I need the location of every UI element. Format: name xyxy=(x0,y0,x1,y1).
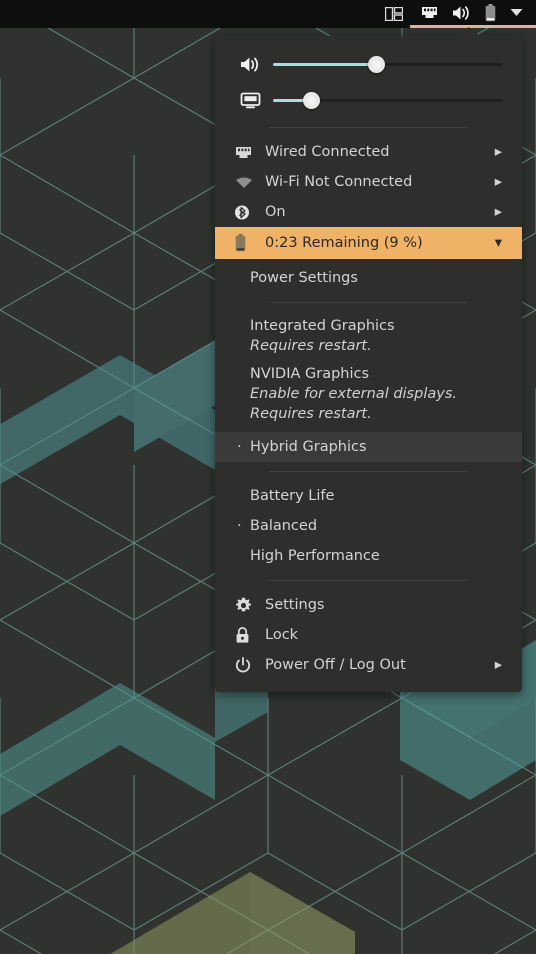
volume-slider-row[interactable] xyxy=(215,46,522,82)
chevron-down-icon xyxy=(510,9,523,16)
graphics-option-subtitle: Requires restart. xyxy=(250,338,372,354)
divider xyxy=(270,471,467,472)
chevron-down-icon: ▾ xyxy=(494,235,502,251)
menu-item-label: Settings xyxy=(265,597,325,613)
graphics-option-title: NVIDIA Graphics xyxy=(250,366,370,382)
menu-item-label: On xyxy=(265,204,286,220)
divider xyxy=(270,127,467,128)
divider xyxy=(270,580,467,581)
graphics-option-title: Integrated Graphics xyxy=(250,318,395,334)
selected-marker: · xyxy=(237,438,242,455)
menu-item-wifi[interactable]: Wi-Fi Not Connected ▸ xyxy=(215,167,522,197)
volume-icon xyxy=(235,56,265,73)
volume-slider-fill xyxy=(273,62,377,66)
menu-item-label: Power Off / Log Out xyxy=(265,657,406,673)
menu-item-lock[interactable]: Lock xyxy=(215,620,522,650)
menu-item-label: 0:23 Remaining (9 %) xyxy=(265,235,423,251)
graphics-option-integrated[interactable]: Integrated Graphics Requires restart. xyxy=(215,312,522,360)
wired-network-icon xyxy=(235,145,265,160)
wired-network-icon xyxy=(422,7,437,18)
menu-item-label: Lock xyxy=(265,627,299,643)
volume-icon[interactable] xyxy=(445,0,478,27)
menu-item-wired[interactable]: Wired Connected ▸ xyxy=(215,137,522,167)
menu-item-label: Battery Life xyxy=(250,488,335,504)
chevron-down-icon[interactable] xyxy=(503,0,530,27)
volume-icon xyxy=(453,5,469,20)
menu-item-bluetooth[interactable]: On ▸ xyxy=(215,197,522,227)
profile-high-performance[interactable]: High Performance xyxy=(215,541,522,571)
menu-pointer-arrow xyxy=(457,27,481,37)
menu-item-battery[interactable]: 0:23 Remaining (9 %) ▾ xyxy=(215,227,522,259)
volume-slider-handle[interactable] xyxy=(367,55,385,73)
battery-low-icon xyxy=(235,234,265,252)
wired-network-icon[interactable] xyxy=(414,0,445,27)
gear-icon xyxy=(235,597,265,614)
brightness-slider-handle[interactable] xyxy=(303,91,321,109)
selected-marker: · xyxy=(237,517,242,534)
graphics-option-title: Hybrid Graphics xyxy=(250,439,367,455)
system-status-menu: Wired Connected ▸ Wi-Fi Not Connected ▸ … xyxy=(215,36,522,692)
wifi-icon xyxy=(235,176,265,189)
menu-item-label: Wired Connected xyxy=(265,144,390,160)
volume-slider[interactable] xyxy=(273,55,502,73)
menu-item-settings[interactable]: Settings xyxy=(215,590,522,620)
chevron-right-icon: ▸ xyxy=(494,657,502,673)
menu-item-power-off[interactable]: Power Off / Log Out ▸ xyxy=(215,650,522,680)
power-icon xyxy=(235,656,265,674)
status-indicator-group[interactable] xyxy=(410,0,536,28)
graphics-option-subtitle: Enable for external displays. xyxy=(250,386,457,402)
chevron-right-icon: ▸ xyxy=(494,144,502,160)
battery-icon[interactable] xyxy=(478,0,503,27)
menu-item-label: Wi-Fi Not Connected xyxy=(265,174,413,190)
chevron-right-icon: ▸ xyxy=(494,174,502,190)
graphics-option-nvidia[interactable]: NVIDIA Graphics Enable for external disp… xyxy=(215,360,522,428)
lock-icon xyxy=(235,626,265,644)
workspace-tiling-icon[interactable] xyxy=(378,0,410,28)
profile-battery-life[interactable]: Battery Life xyxy=(215,481,522,511)
top-panel xyxy=(0,0,536,28)
brightness-slider[interactable] xyxy=(273,91,502,109)
graphics-option-subtitle: Requires restart. xyxy=(250,406,372,422)
workspace-tiling-icon xyxy=(385,7,403,21)
menu-item-label: Power Settings xyxy=(250,270,358,286)
divider xyxy=(270,302,467,303)
menu-item-label: Balanced xyxy=(250,518,318,534)
brightness-slider-row[interactable] xyxy=(215,82,522,118)
graphics-option-hybrid[interactable]: · Hybrid Graphics xyxy=(215,432,522,462)
chevron-right-icon: ▸ xyxy=(494,204,502,220)
bluetooth-icon xyxy=(235,204,265,221)
display-brightness-icon xyxy=(235,92,265,109)
battery-low-icon xyxy=(485,3,496,21)
menu-item-label: High Performance xyxy=(250,548,380,564)
profile-balanced[interactable]: · Balanced xyxy=(215,511,522,541)
menu-item-power-settings[interactable]: Power Settings xyxy=(215,263,522,293)
